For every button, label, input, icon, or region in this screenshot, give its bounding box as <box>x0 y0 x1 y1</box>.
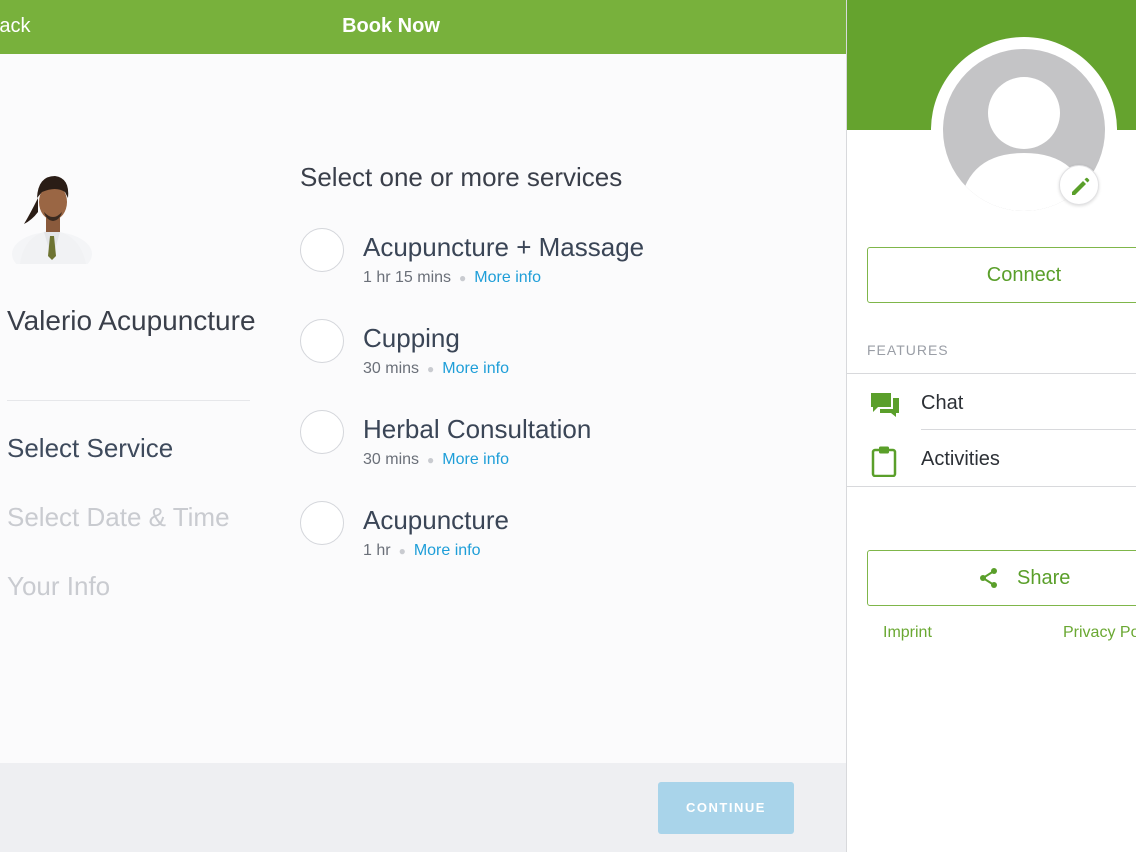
more-info-link[interactable]: More info <box>414 542 481 559</box>
feature-label: Chat <box>921 392 964 414</box>
connect-button[interactable]: Connect <box>867 247 1136 303</box>
more-info-link[interactable]: More info <box>442 360 509 377</box>
divider <box>921 429 1136 430</box>
service-duration: 30 mins <box>363 360 420 377</box>
service-name: Acupuncture + Massage <box>363 232 645 262</box>
connect-label: Connect <box>986 264 1062 286</box>
imprint-link[interactable]: Imprint <box>883 624 932 642</box>
service-option[interactable]: Herbal Consultation 30 mins ● More info <box>300 410 780 480</box>
service-radio[interactable] <box>300 410 344 454</box>
service-meta: 30 mins ● More info <box>363 360 509 378</box>
separator-dot: ● <box>459 271 467 285</box>
service-option[interactable]: Acupuncture + Massage 1 hr 15 mins ● More … <box>300 228 780 298</box>
service-radio[interactable] <box>300 319 344 363</box>
clipboard-icon <box>871 446 897 477</box>
separator-dot: ● <box>427 362 435 376</box>
service-duration: 1 hr <box>363 542 391 559</box>
separator-dot: ● <box>398 544 406 558</box>
continue-button[interactable]: CONTINUE <box>658 782 794 834</box>
service-name: Herbal Consultation <box>363 414 592 444</box>
business-name: Valerio Acupuncture <box>7 305 256 336</box>
divider <box>847 373 1136 374</box>
divider <box>7 400 250 401</box>
chat-icon <box>871 393 899 417</box>
share-label: Share <box>1017 567 1071 589</box>
feature-chat[interactable]: Chat <box>847 376 1136 430</box>
separator-dot: ● <box>427 453 435 467</box>
service-meta: 1 hr 15 mins ● More info <box>363 269 541 287</box>
service-meta: 1 hr ● More info <box>363 542 481 560</box>
share-button[interactable]: Share <box>867 550 1136 606</box>
step-select-service[interactable]: Select Service <box>7 433 173 464</box>
pencil-icon <box>1072 177 1090 195</box>
service-radio[interactable] <box>300 501 344 545</box>
top-bar: Back Book Now <box>0 0 846 54</box>
more-info-link[interactable]: More info <box>474 269 541 286</box>
privacy-policy-link[interactable]: Privacy Policy <box>1063 624 1136 642</box>
page-title: Book Now <box>342 15 440 37</box>
more-info-link[interactable]: More info <box>442 451 509 468</box>
divider <box>847 486 1136 487</box>
booking-panel: Back Book Now Valerio Acupuncture Select… <box>0 0 846 852</box>
profile-panel: Connect FEATURES Chat Activities Share I… <box>846 0 1136 852</box>
service-duration: 30 mins <box>363 451 420 468</box>
feature-label: Activities <box>921 448 1000 470</box>
service-name: Cupping <box>363 323 460 353</box>
edit-avatar-button[interactable] <box>1059 165 1099 205</box>
service-radio[interactable] <box>300 228 344 272</box>
service-option[interactable]: Cupping 30 mins ● More info <box>300 319 780 389</box>
step-select-date-time[interactable]: Select Date & Time <box>7 502 230 533</box>
share-icon <box>980 568 997 588</box>
step-your-info[interactable]: Your Info <box>7 571 110 602</box>
service-option[interactable]: Acupuncture 1 hr ● More info <box>300 501 780 571</box>
service-meta: 30 mins ● More info <box>363 451 509 469</box>
service-name: Acupuncture <box>363 505 509 535</box>
practitioner-photo <box>12 176 92 264</box>
services-heading: Select one or more services <box>300 162 623 192</box>
features-heading: FEATURES <box>867 342 949 358</box>
feature-activities[interactable]: Activities <box>847 432 1136 486</box>
service-duration: 1 hr 15 mins <box>363 269 452 286</box>
